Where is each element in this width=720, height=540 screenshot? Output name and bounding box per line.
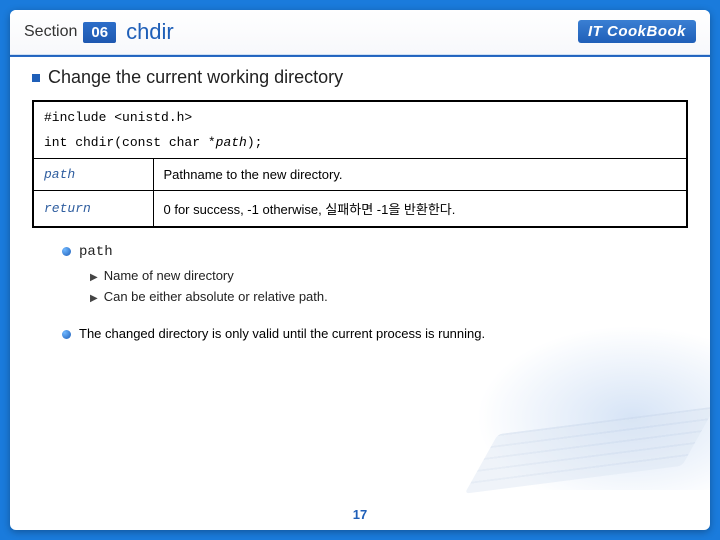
section-label: Section — [24, 23, 77, 41]
detail-heading-text: path — [79, 244, 113, 260]
detail-heading: path — [62, 244, 688, 260]
param-desc: Pathname to the new directory. — [153, 159, 687, 191]
section-number: 06 — [83, 22, 116, 43]
detail-block: path ▶ Name of new directory ▶ Can be eith… — [62, 244, 688, 304]
param-name: path — [33, 159, 153, 191]
slide: Section 06 chdir IT CookBook Change the … — [10, 10, 710, 530]
note-line: The changed directory is only valid unti… — [62, 326, 688, 341]
table-row: path Pathname to the new directory. — [33, 159, 687, 191]
table-row: return 0 for success, -1 otherwise, 실패하면… — [33, 191, 687, 228]
dot-bullet-icon — [62, 247, 71, 256]
subtitle-text: Change the current working directory — [48, 67, 343, 87]
detail-item-text: Name of new directory — [104, 268, 234, 283]
proto-param: path — [216, 135, 247, 150]
note-text: The changed directory is only valid unti… — [79, 326, 485, 341]
include-line: #include <unistd.h> — [44, 110, 676, 125]
triangle-bullet-icon: ▶ — [90, 293, 98, 304]
proto-post: ); — [247, 135, 263, 150]
page-number: 17 — [10, 507, 710, 522]
param-name: return — [33, 191, 153, 228]
content-area: Change the current working directory #in… — [10, 57, 710, 341]
section-title: chdir — [126, 19, 174, 45]
square-bullet-icon — [32, 74, 40, 82]
detail-item-text: Can be either absolute or relative path. — [104, 289, 328, 304]
table-row: #include <unistd.h> int chdir(const char… — [33, 101, 687, 159]
param-desc: 0 for success, -1 otherwise, 실패하면 -1을 반환… — [153, 191, 687, 228]
prototype-line: int chdir(const char *path); — [44, 135, 676, 150]
code-cell: #include <unistd.h> int chdir(const char… — [33, 101, 687, 159]
detail-item: ▶ Name of new directory — [90, 268, 688, 283]
triangle-bullet-icon: ▶ — [90, 272, 98, 283]
proto-pre: int chdir(const char * — [44, 135, 216, 150]
header-bar: Section 06 chdir IT CookBook — [10, 10, 710, 54]
detail-item: ▶ Can be either absolute or relative path… — [90, 289, 688, 304]
dot-bullet-icon — [62, 330, 71, 339]
subtitle: Change the current working directory — [32, 67, 688, 88]
syntax-table: #include <unistd.h> int chdir(const char… — [32, 100, 688, 228]
brand-badge: IT CookBook — [578, 20, 696, 43]
